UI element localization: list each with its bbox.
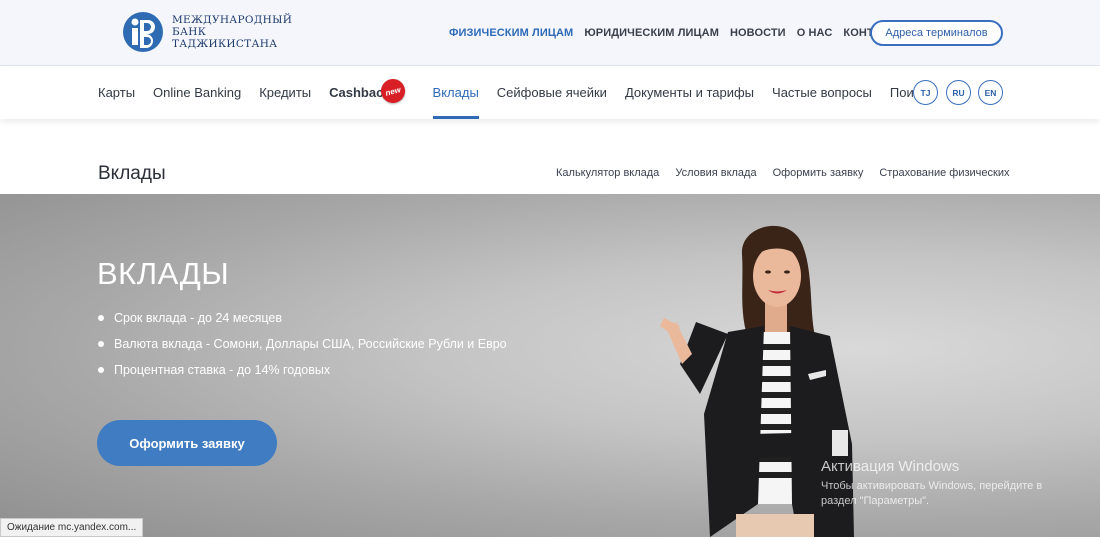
new-badge: new (378, 76, 408, 106)
nav-item-deposits[interactable]: Вклады (432, 66, 480, 119)
sub-nav-insurance[interactable]: Страхование физических (879, 167, 1009, 179)
bank-name-line-1: МЕЖДУНАРОДНЫЙ (172, 14, 293, 26)
lang-ru-button[interactable]: RU (946, 80, 971, 105)
nav-item-label: Online Banking (153, 85, 242, 100)
sub-nav-calculator[interactable]: Калькулятор вклада (556, 167, 659, 179)
segment-individuals[interactable]: ФИЗИЧЕСКИМ ЛИЦАМ (449, 27, 573, 39)
apply-button[interactable]: Оформить заявку (97, 420, 277, 466)
bank-logo-icon (123, 12, 163, 52)
bank-name: МЕЖДУНАРОДНЫЙ БАНК ТАДЖИКИСТАНА (172, 14, 292, 50)
nav-item-online-banking[interactable]: Online Banking (153, 66, 241, 119)
segment-news[interactable]: НОВОСТИ (730, 27, 786, 39)
terminals-button[interactable]: Адреса терминалов (870, 20, 1003, 46)
hero-banner: ВКЛАДЫ Срок вклада - до 24 месяцев Валют… (0, 194, 1100, 537)
main-nav-items: Карты Online Banking Кредиты Cashback ne… (98, 66, 944, 119)
lang-en-button[interactable]: EN (978, 80, 1003, 105)
nav-item-label: Карты (98, 85, 136, 100)
bank-name-line-2: БАНК (172, 26, 207, 38)
nav-item-safe-boxes[interactable]: Сейфовые ячейки (497, 66, 607, 119)
segment-legal-entities[interactable]: ЮРИДИЧЕСКИМ ЛИЦАМ (584, 27, 719, 39)
hero-bullet-currency: Валюта вклада - Сомони, Доллары США, Рос… (98, 336, 507, 362)
lang-tj-button[interactable]: TJ (913, 80, 938, 105)
watermark-title: Активация Windows (821, 458, 960, 475)
bank-logo[interactable]: МЕЖДУНАРОДНЫЙ БАНК ТАДЖИКИСТАНА (122, 11, 292, 53)
nav-item-cards[interactable]: Карты (98, 66, 135, 119)
hero-bullet-term: Срок вклада - до 24 месяцев (98, 310, 507, 336)
hero-bullet-list: Срок вклада - до 24 месяцев Валюта вклад… (98, 310, 507, 388)
hero-bullet-rate: Процентная ставка - до 14% годовых (98, 362, 507, 388)
browser-status-bar: Ожидание mc.yandex.com... (0, 518, 144, 537)
hero-title: ВКЛАДЫ (97, 256, 230, 291)
nav-item-label: Вклады (432, 85, 479, 100)
nav-item-credits[interactable]: Кредиты (259, 66, 311, 119)
bank-name-line-3: ТАДЖИКИСТАНА (172, 38, 278, 50)
nav-item-label: Сейфовые ячейки (496, 85, 607, 100)
watermark-line-2: раздел "Параметры". (821, 495, 930, 507)
top-header: МЕЖДУНАРОДНЫЙ БАНК ТАДЖИКИСТАНА ФИЗИЧЕСК… (0, 0, 1100, 66)
nav-item-documents[interactable]: Документы и тарифы (625, 66, 754, 119)
segment-about[interactable]: О НАС (797, 27, 833, 39)
watermark-line-1: Чтобы активировать Windows, перейдите в (821, 480, 1043, 492)
nav-item-label: Документы и тарифы (624, 85, 755, 100)
nav-item-label: Частые вопросы (772, 85, 872, 100)
nav-item-label: Кредиты (259, 85, 312, 100)
main-nav: Карты Online Banking Кредиты Cashback ne… (0, 66, 1100, 119)
segment-nav: ФИЗИЧЕСКИМ ЛИЦАМ ЮРИДИЧЕСКИМ ЛИЦАМ НОВОС… (449, 27, 906, 39)
windows-activation-watermark: Активация Windows Чтобы активировать Win… (821, 458, 1042, 509)
sub-nav-conditions[interactable]: Условия вклада (675, 167, 756, 179)
section-sub-nav: Калькулятор вклада Условия вклада Оформи… (556, 167, 1010, 179)
nav-item-faq[interactable]: Частые вопросы (772, 66, 872, 119)
page-title: Вклады (98, 163, 166, 184)
sub-nav-apply[interactable]: Оформить заявку (773, 167, 864, 179)
nav-item-cashback[interactable]: Cashback new (329, 66, 414, 119)
